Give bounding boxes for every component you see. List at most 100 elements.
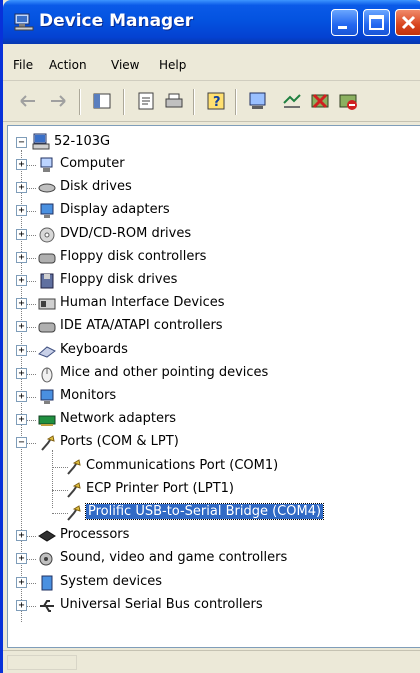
port-icon (67, 482, 81, 498)
menu-bar: File Action View Help (3, 44, 420, 81)
tree-item[interactable]: ECP Printer Port (LPT1) (8, 479, 418, 501)
tree-item-label: Monitors (60, 388, 117, 403)
forward-icon[interactable] (47, 90, 69, 112)
floppy-drive-icon (40, 273, 54, 289)
tree-item[interactable]: + Mice and other pointing devices (8, 363, 418, 385)
tree-item-label: Human Interface Devices (60, 295, 225, 311)
tree-item[interactable]: + Processors (8, 525, 418, 547)
tree-item[interactable]: + Floppy disk controllers (8, 247, 418, 269)
expand-icon[interactable]: + (16, 576, 27, 588)
expand-icon[interactable]: + (16, 391, 27, 402)
expand-icon[interactable]: + (16, 159, 27, 170)
back-icon[interactable] (17, 90, 39, 112)
toolbar-separator (235, 89, 237, 115)
disable-icon[interactable] (337, 90, 359, 112)
tree-item-label: Disk drives (60, 179, 132, 195)
tree-item[interactable]: + Keyboards (8, 340, 418, 362)
scan-hardware-icon[interactable] (247, 90, 269, 112)
properties-icon[interactable] (135, 90, 157, 112)
port-icon (67, 458, 81, 475)
close-icon (401, 15, 416, 30)
toolbar-separator (193, 89, 195, 115)
expand-icon[interactable]: + (16, 367, 27, 379)
minimize-button[interactable] (331, 9, 358, 36)
toolbar: ? (3, 82, 420, 122)
expand-icon[interactable]: + (16, 321, 27, 333)
print-icon[interactable] (163, 90, 185, 112)
update-driver-icon[interactable] (281, 90, 303, 112)
menu-view[interactable]: View (111, 58, 139, 72)
mouse-icon (41, 367, 53, 383)
menu-help[interactable]: Help (159, 58, 186, 72)
tree-item-label: Universal Serial Bus controllers (60, 596, 263, 612)
expand-icon[interactable]: + (16, 414, 27, 426)
device-tree[interactable]: − 52-103G + Computer + Disk drives + Display … (7, 125, 420, 648)
hid-icon (38, 298, 56, 310)
tree-item-label: Keyboards (60, 341, 128, 357)
computer-icon (32, 133, 50, 150)
keyboard-icon (38, 345, 56, 358)
menu-action[interactable]: Action (49, 58, 87, 72)
sound-icon (39, 552, 53, 566)
tree-item-label: DVD/CD-ROM drives (60, 225, 192, 241)
title-bar[interactable]: Device Manager (3, 0, 420, 44)
expand-icon[interactable]: + (16, 182, 27, 194)
tree-item-label: Ports (COM & LPT) (60, 434, 179, 450)
tree-item-label: Processors (60, 527, 130, 543)
status-panel (7, 655, 77, 670)
disk-drive-icon (38, 183, 56, 193)
tree-item-label: Network adapters (60, 411, 177, 427)
tree-item[interactable]: + DVD/CD-ROM drives (8, 224, 418, 246)
expand-icon[interactable]: + (16, 298, 27, 310)
computer-icon (40, 157, 53, 172)
close-button[interactable] (395, 9, 420, 36)
tree-item[interactable]: Communications Port (COM1) (8, 456, 418, 478)
network-adapter-icon (38, 415, 56, 427)
tree-item[interactable]: + Monitors (8, 386, 418, 408)
tree-item-label: Sound, video and game controllers (60, 550, 288, 566)
tree-item[interactable]: − Ports (COM & LPT) (8, 432, 418, 454)
window-title: Device Manager (39, 11, 194, 31)
tree-item[interactable]: + Disk drives (8, 177, 418, 199)
device-manager-window: Device Manager File Action View Help ? −… (0, 0, 420, 673)
tree-item-label: Prolific USB-to-Serial Bridge (COM4) (84, 503, 325, 520)
processor-icon (38, 530, 56, 542)
tree-item[interactable]: + Computer (8, 154, 418, 176)
expand-icon[interactable]: + (16, 553, 27, 565)
tree-item[interactable]: Prolific USB-to-Serial Bridge (COM4) (8, 502, 418, 524)
collapse-icon[interactable]: − (16, 437, 27, 449)
cdrom-icon (39, 227, 55, 243)
tree-item[interactable]: + Universal Serial Bus controllers (8, 595, 418, 617)
tree-item[interactable]: + Human Interface Devices (8, 293, 418, 315)
expand-icon[interactable]: + (16, 344, 27, 356)
tree-item[interactable]: + Network adapters (8, 409, 418, 431)
tree-item[interactable]: + Floppy disk drives (8, 270, 418, 292)
expand-icon[interactable]: + (16, 205, 27, 217)
tree-item[interactable]: + Display adapters (8, 200, 418, 222)
tree-item[interactable]: + IDE ATA/ATAPI controllers (8, 316, 418, 338)
port-icon (67, 505, 81, 521)
expand-icon[interactable]: + (16, 251, 27, 263)
tree-item-label: Computer (60, 156, 125, 171)
svg-text:?: ? (213, 95, 221, 110)
minimize-icon (338, 26, 347, 29)
collapse-icon[interactable]: − (16, 137, 27, 148)
expand-icon[interactable]: + (16, 228, 27, 240)
usb-icon (40, 599, 54, 612)
show-hide-console-tree-icon[interactable] (91, 90, 113, 112)
menu-file[interactable]: File (13, 58, 33, 72)
expand-icon[interactable]: + (16, 530, 27, 542)
display-adapter-icon (40, 203, 54, 219)
expand-icon[interactable]: + (16, 599, 27, 611)
tree-item-label: Communications Port (COM1) (86, 457, 279, 473)
tree-item[interactable]: + Sound, video and game controllers (8, 548, 418, 570)
tree-item-label: Display adapters (60, 202, 170, 218)
monitor-icon (40, 389, 54, 404)
tree-root[interactable]: − 52-103G (14, 132, 214, 154)
help-icon[interactable]: ? (205, 90, 227, 112)
uninstall-icon[interactable] (309, 90, 331, 112)
tree-item[interactable]: + System devices (8, 572, 418, 594)
tree-item-label: System devices (60, 573, 163, 589)
expand-icon[interactable]: + (16, 275, 27, 286)
maximize-button[interactable] (363, 9, 390, 36)
